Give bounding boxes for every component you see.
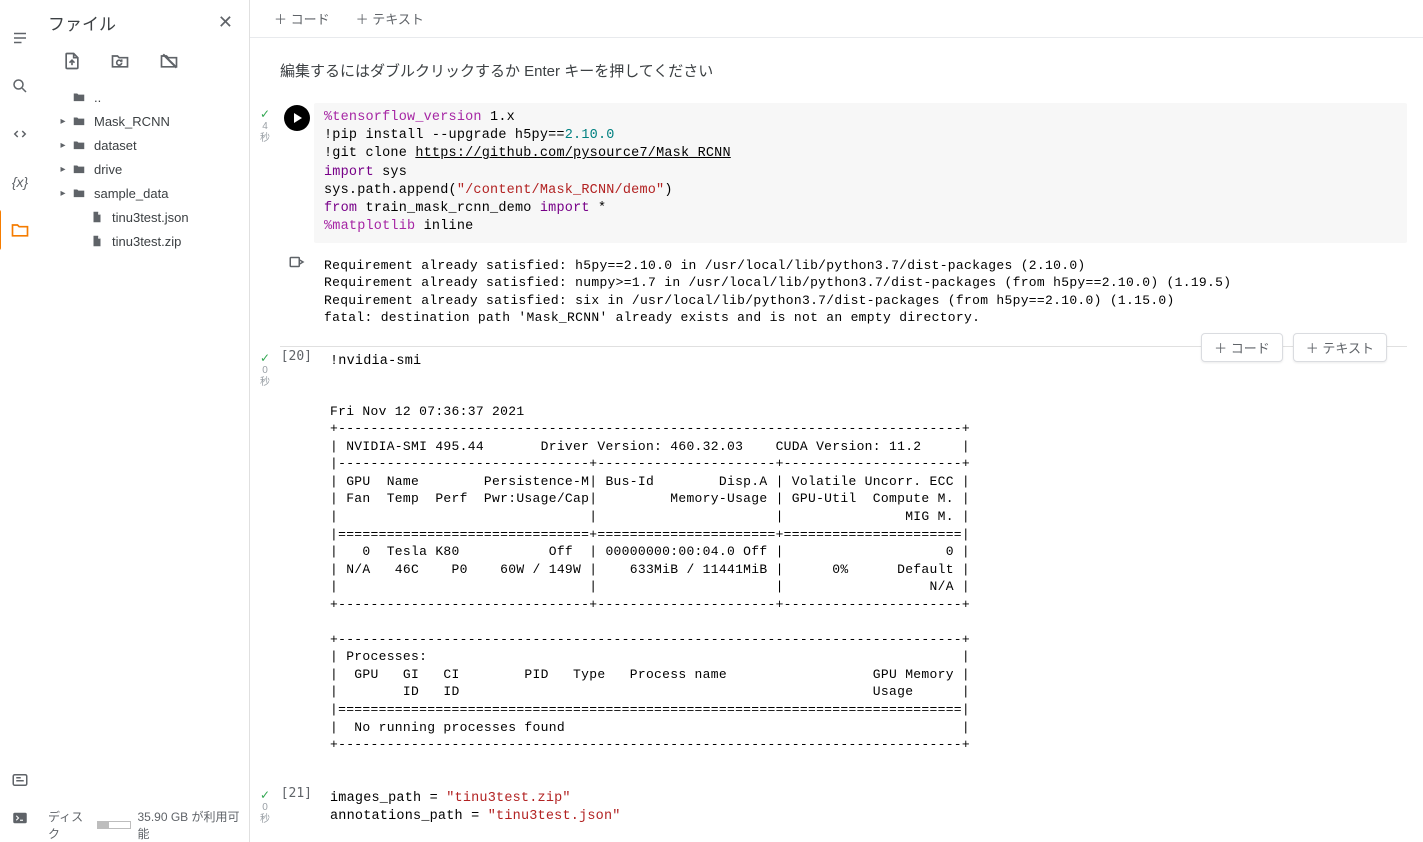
run-button[interactable] — [284, 105, 310, 131]
output-icon[interactable] — [288, 253, 306, 333]
text-cell[interactable]: 編集するにはダブルクリックするか Enter キーを押してください — [250, 38, 1423, 103]
terminal-icon[interactable] — [10, 808, 30, 828]
tree-folder[interactable]: ▸ sample_data — [46, 181, 249, 205]
check-icon: ✓ — [260, 788, 270, 802]
tree-folder[interactable]: ▸ drive — [46, 157, 249, 181]
tree-file[interactable]: tinu3test.json — [46, 205, 249, 229]
code-cell: ✓ 4 秒 %tensorflow_version 1.x !pip insta… — [250, 103, 1423, 243]
cell-prompt: [20] — [280, 347, 320, 389]
files-panel-title: ファイル — [48, 10, 116, 35]
mount-drive-icon[interactable] — [158, 51, 180, 71]
files-icon[interactable] — [10, 220, 30, 240]
cell-prompt: [21] — [280, 784, 320, 832]
command-palette-icon[interactable] — [10, 770, 30, 790]
add-text-button[interactable]: ＋ テキスト — [346, 5, 434, 32]
output-area: Requirement already satisfied: h5py==2.1… — [314, 251, 1407, 333]
tree-file[interactable]: tinu3test.zip — [46, 229, 249, 253]
toc-icon[interactable] — [10, 28, 30, 48]
top-toolbar: ＋ コード ＋ テキスト — [250, 0, 1423, 38]
output-area: Fri Nov 12 07:36:37 2021 +--------------… — [320, 397, 1407, 760]
variables-icon[interactable]: {x} — [10, 172, 30, 192]
check-icon: ✓ — [260, 351, 270, 365]
disk-meter — [97, 821, 132, 829]
code-cell: ✓ 0 秒 [21] images_path = "tinu3test.zip"… — [250, 784, 1423, 832]
check-icon: ✓ — [260, 107, 270, 121]
tree-folder[interactable]: ▸ Mask_RCNN — [46, 109, 249, 133]
search-icon[interactable] — [10, 76, 30, 96]
left-rail: {x} — [0, 0, 40, 842]
tree-up[interactable]: .. — [46, 85, 249, 109]
main-area: ＋ コード ＋ テキスト 編集するにはダブルクリックするか Enter キーを押… — [250, 0, 1423, 842]
exec-duration: 4 — [262, 121, 268, 133]
output-cell: Fri Nov 12 07:36:37 2021 +--------------… — [250, 397, 1423, 760]
code-cell: ✓ 0 秒 [20] !nvidia-smi — [250, 347, 1423, 389]
files-panel: ファイル ✕ .. ▸ Mask_RCNN — [40, 0, 250, 842]
file-tree: .. ▸ Mask_RCNN ▸ dataset ▸ drive ▸ sampl… — [40, 81, 249, 800]
upload-icon[interactable] — [62, 51, 82, 71]
disk-status: ディスク 35.90 GB が利用可能 — [40, 800, 249, 842]
tree-folder[interactable]: ▸ dataset — [46, 133, 249, 157]
code-editor[interactable]: !nvidia-smi — [320, 347, 1407, 389]
refresh-icon[interactable] — [110, 51, 130, 71]
add-code-button[interactable]: ＋ コード — [264, 5, 340, 32]
output-cell: Requirement already satisfied: h5py==2.1… — [250, 251, 1423, 333]
snippets-icon[interactable] — [10, 124, 30, 144]
code-editor[interactable]: images_path = "tinu3test.zip" annotation… — [320, 784, 1407, 832]
code-editor[interactable]: %tensorflow_version 1.x !pip install --u… — [314, 103, 1407, 243]
close-icon[interactable]: ✕ — [214, 8, 237, 37]
